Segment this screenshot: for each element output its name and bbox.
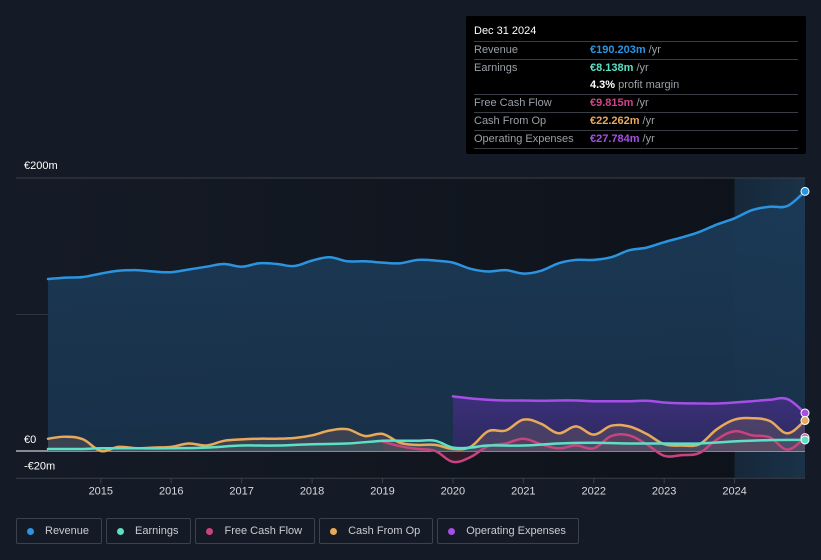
tooltip-value: 4.3% [590, 79, 616, 91]
earnings-end-marker [800, 435, 810, 445]
tooltip-value: €8.138m [590, 62, 634, 74]
tooltip-label: Earnings [474, 62, 518, 74]
legend-label: Earnings [135, 525, 179, 537]
legend-dot-icon [117, 527, 125, 535]
tooltip-value: €22.262m [590, 115, 640, 127]
legend-item-cash-from-op[interactable]: Cash From Op [319, 518, 434, 544]
legend: Revenue Earnings Free Cash Flow Cash Fro… [16, 518, 579, 544]
legend-label: Operating Expenses [466, 525, 566, 537]
operating-expenses-end-marker [800, 408, 810, 418]
tooltip-value: €9.815m [590, 97, 634, 109]
tooltip-label: Cash From Op [474, 115, 547, 127]
legend-item-operating-expenses[interactable]: Operating Expenses [437, 518, 579, 544]
y-tick-label: €200m [24, 160, 58, 172]
legend-dot-icon [448, 527, 456, 535]
x-axis: 2015 2016 2017 2018 2019 2020 2021 2022 2023 2024 [89, 478, 747, 497]
x-tick-label: 2016 [159, 485, 183, 497]
x-tick-label: 2022 [582, 485, 606, 497]
tooltip-unit: /yr [648, 44, 661, 56]
legend-dot-icon [27, 527, 34, 535]
legend-label: Free Cash Flow [224, 525, 303, 537]
tooltip-row-cash-from-op: Cash From Op €22.262m /yr [474, 113, 798, 131]
cash-from-op-end-marker [800, 416, 810, 426]
x-tick-label: 2017 [229, 485, 253, 497]
x-tick-label: 2021 [511, 485, 535, 497]
x-tick-label: 2024 [722, 485, 746, 497]
x-tick-label: 2018 [300, 485, 324, 497]
legend-item-earnings[interactable]: Earnings [106, 518, 192, 544]
y-tick-label: €0 [24, 434, 36, 446]
tooltip-unit: profit margin [618, 79, 680, 91]
tooltip-row-operating-expenses: Operating Expenses €27.784m /yr [474, 131, 798, 149]
tooltip-value: €190.203m [590, 44, 646, 56]
tooltip-value: €27.784m [590, 133, 640, 145]
tooltip-date: Dec 31 2024 [474, 24, 798, 42]
legend-dot-icon [206, 527, 214, 535]
tooltip-label: Operating Expenses [474, 133, 574, 145]
tooltip-label: Revenue [474, 44, 519, 56]
tooltip-label: Free Cash Flow [474, 97, 552, 109]
x-tick-label: 2023 [652, 485, 676, 497]
x-tick-label: 2015 [89, 485, 113, 497]
revenue-end-marker [800, 186, 810, 196]
legend-label: Revenue [45, 525, 90, 537]
x-tick-label: 2019 [370, 485, 394, 497]
tooltip-unit: /yr [636, 97, 649, 109]
tooltip-label [474, 77, 590, 94]
x-tick-label: 2020 [441, 485, 465, 497]
tooltip-row-free-cash-flow: Free Cash Flow €9.815m /yr [474, 95, 798, 113]
legend-item-free-cash-flow[interactable]: Free Cash Flow [195, 518, 316, 544]
legend-item-revenue[interactable]: Revenue [16, 518, 103, 544]
tooltip-row-profit-margin: 4.3% profit margin [474, 77, 798, 95]
tooltip-unit: /yr [642, 115, 655, 127]
legend-label: Cash From Op [348, 525, 421, 537]
tooltip-row-revenue: Revenue €190.203m /yr [474, 42, 798, 60]
y-tick-label: -€20m [24, 460, 55, 472]
tooltip-panel: Dec 31 2024 Revenue €190.203m /yr Earnin… [466, 16, 806, 154]
tooltip-unit: /yr [636, 62, 649, 74]
tooltip-row-earnings: Earnings €8.138m /yr [474, 60, 798, 77]
tooltip-unit: /yr [642, 133, 655, 145]
legend-dot-icon [330, 527, 338, 535]
